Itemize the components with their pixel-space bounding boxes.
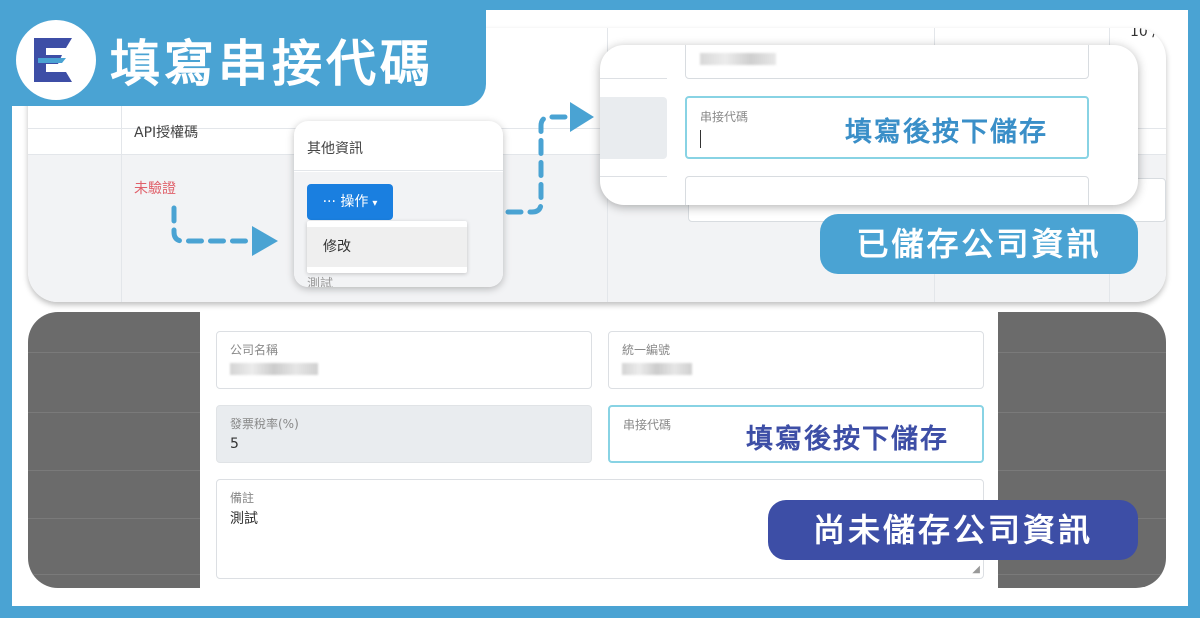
integration-code-input[interactable]: 串接代碼 填寫後按下儲存 (608, 405, 984, 463)
text-cursor (700, 130, 701, 148)
resize-handle-icon[interactable]: ◢ (972, 564, 980, 575)
unverified-status: 未驗證 (134, 181, 176, 197)
actions-dropdown: 修改 (307, 221, 467, 273)
title-banner: 填寫串接代碼 (0, 0, 486, 106)
integration-form-zoom: 串接代碼 填寫後按下儲存 (600, 45, 1138, 205)
page-title: 填寫串接代碼 (110, 35, 434, 93)
caret-down-icon: ▾ (372, 198, 378, 209)
unsaved-info-badge: 尚未儲存公司資訊 (768, 500, 1138, 560)
menu-heading-row: 其他資訊 (294, 121, 503, 171)
company-name-label: 公司名稱 (230, 343, 279, 357)
readonly-field (600, 97, 667, 159)
fill-and-save-hint: 填寫後按下儲存 (746, 424, 949, 455)
tax-id-label: 統一編號 (622, 343, 671, 357)
integration-code-label: 串接代碼 (623, 418, 672, 432)
field-divider (600, 78, 667, 79)
api-auth-code-label: API授權碼 (134, 125, 199, 141)
tax-id-field[interactable]: 統一編號 (608, 331, 984, 389)
other-info-heading: 其他資訊 (307, 141, 363, 157)
blurred-value (230, 363, 318, 375)
actions-button-label: ··· 操作 (322, 194, 369, 210)
integration-code-input[interactable]: 串接代碼 填寫後按下儲存 (685, 96, 1089, 159)
tax-rate-value: 5 (230, 436, 239, 452)
saved-info-badge: 已儲存公司資訊 (820, 214, 1138, 274)
tax-rate-field: 發票稅率(%) 5 (216, 405, 592, 463)
blurred-value (622, 363, 692, 375)
page-counter: 10 / (1130, 28, 1157, 40)
field-divider (600, 176, 667, 177)
notes-label: 備註 (230, 491, 255, 505)
blurred-value (700, 53, 776, 65)
integration-code-label: 串接代碼 (700, 110, 749, 124)
fill-and-save-hint: 填寫後按下儲存 (845, 117, 1048, 148)
tax-rate-label: 發票稅率(%) (230, 417, 299, 431)
notes-value: 測試 (230, 511, 258, 527)
next-field (685, 176, 1089, 205)
partial-row-text: 測試 (307, 277, 334, 287)
company-name-field[interactable]: 公司名稱 (216, 331, 592, 389)
actions-menu-popup: 其他資訊 ··· 操作 ▾ 修改 測試 (294, 121, 503, 287)
menu-item-edit[interactable]: 修改 (307, 227, 467, 267)
e-logo-icon (16, 20, 96, 100)
actions-button[interactable]: ··· 操作 ▾ (307, 184, 393, 220)
